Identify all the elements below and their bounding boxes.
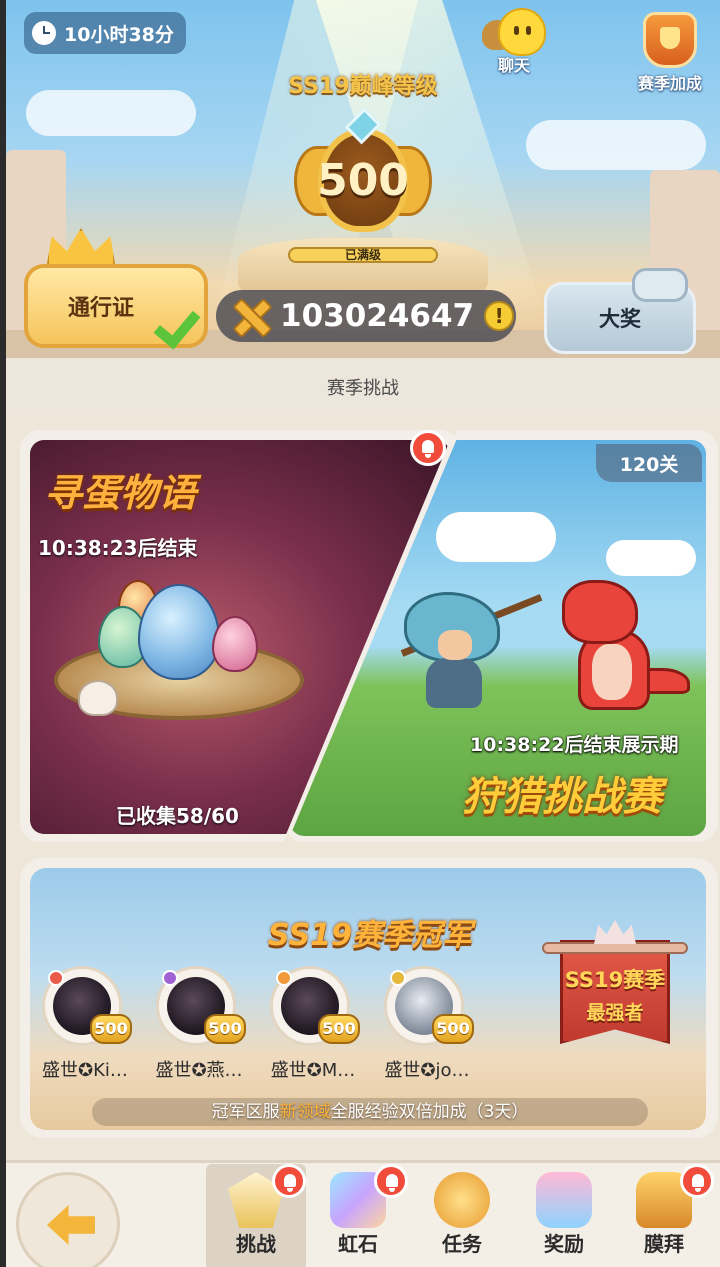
max-level-label: 已满级: [344, 248, 381, 262]
champions-title: SS19赛季冠军: [268, 918, 472, 953]
season-countdown: 10小时38分: [24, 12, 186, 54]
season-strongest-banner[interactable]: SS19赛季 最强者: [542, 920, 688, 1050]
rank-icon: [48, 970, 64, 986]
player-name: 盛世✪燕…: [155, 1060, 243, 1081]
clock-icon: [32, 21, 56, 45]
app-frame: 10小时38分 聊天 赛季加成 SS19巅峰等级 500 已满级 通行证 103…: [6, 0, 720, 1267]
cloud: [436, 512, 556, 562]
medal-core: 500: [317, 128, 409, 232]
player-level-badge: 500: [204, 1014, 246, 1044]
rank-icon: [390, 970, 406, 986]
crossed-swords-icon: [230, 296, 270, 336]
cloud: [606, 540, 696, 576]
chat-button[interactable]: 聊天: [474, 6, 554, 76]
champion-bonus-notice: 冠军区服新领域全服经验双倍加成（3天）: [92, 1098, 648, 1126]
player-level-badge: 500: [318, 1014, 360, 1044]
hunt-event-timer: 10:38:22后结束展示期: [470, 734, 679, 756]
fist-icon: [632, 268, 688, 302]
notification-bell-icon: [272, 1164, 306, 1198]
rank-icon: [276, 970, 292, 986]
bonus-prefix: 冠军区服: [211, 1102, 280, 1122]
back-arrow-icon: [47, 1205, 95, 1245]
section-title: 赛季挑战: [327, 378, 399, 399]
level-value: 500: [317, 154, 409, 206]
notification-bell-icon: [410, 430, 446, 466]
tab-challenge[interactable]: 挑战: [206, 1164, 306, 1267]
check-icon: [156, 298, 210, 346]
tab-label: 奖励: [544, 1232, 584, 1256]
strongest-season-label: SS19赛季: [564, 968, 666, 992]
rank-icon: [162, 970, 178, 986]
gift-box-icon: [536, 1172, 592, 1228]
tab-worship[interactable]: 膜拜: [614, 1164, 714, 1267]
player-level-badge: 500: [432, 1014, 474, 1044]
countdown-text: 10小时38分: [64, 23, 174, 46]
back-button[interactable]: [16, 1172, 120, 1267]
stage-count-badge: 120关: [596, 444, 702, 482]
player-name: 盛世✪Ki…: [42, 1060, 128, 1081]
bonus-suffix: 全服经验双倍加成（3天）: [330, 1102, 529, 1122]
red-dinosaur: [562, 580, 690, 720]
player-name: 盛世✪jo…: [384, 1060, 470, 1081]
notification-bell-icon: [680, 1164, 714, 1198]
task-badge-icon: [434, 1172, 490, 1228]
chat-icon: [474, 6, 554, 56]
egg-event-title: 寻蛋物语: [44, 471, 197, 515]
bonus-highlight: 新领域: [279, 1102, 331, 1122]
level-medal: 500: [294, 107, 432, 240]
player-name: 盛世✪M…: [270, 1060, 356, 1081]
tab-label: 膜拜: [644, 1232, 684, 1256]
tab-label: 虹石: [338, 1232, 378, 1256]
currency-amount: 103024647: [280, 298, 475, 334]
pass-label: 通行证: [67, 296, 134, 321]
egg-event-timer: 10:38:23后结束: [38, 536, 198, 560]
tab-label: 挑战: [236, 1232, 276, 1256]
tab-tasks[interactable]: 任务: [412, 1164, 512, 1267]
peak-level-title: SS19巅峰等级: [288, 74, 438, 99]
caveman-character: [404, 592, 500, 718]
cloud: [526, 120, 706, 170]
currency-display: 103024647 !: [216, 290, 516, 342]
grand-prize-label: 大奖: [599, 307, 641, 331]
broken-egg-icon: [78, 680, 118, 716]
tab-label: 任务: [442, 1232, 482, 1256]
hunt-event-title: 狩猎挑战赛: [462, 774, 662, 820]
tab-rainbow-stone[interactable]: 虹石: [308, 1164, 408, 1267]
player-level-badge: 500: [90, 1014, 132, 1044]
tab-rewards[interactable]: 奖励: [514, 1164, 614, 1267]
notification-bell-icon: [374, 1164, 408, 1198]
shield-helmet-icon: [643, 12, 697, 68]
egg-icon: [212, 616, 258, 672]
egg-collected-count: 已收集58/60: [116, 804, 239, 828]
strongest-label: 最强者: [586, 1002, 644, 1024]
info-icon[interactable]: !: [484, 301, 515, 331]
